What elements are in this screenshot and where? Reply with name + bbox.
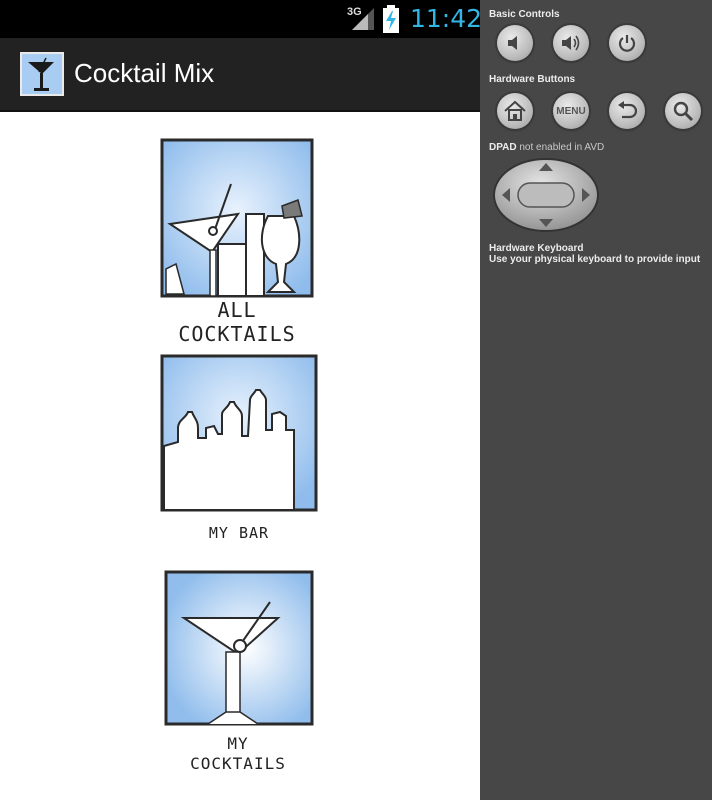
volume-down-button[interactable] bbox=[497, 25, 533, 61]
my-bar-illustration bbox=[160, 354, 318, 512]
power-icon bbox=[618, 35, 636, 52]
all-cocktails-illustration bbox=[160, 138, 314, 298]
app-title: Cocktail Mix bbox=[74, 58, 215, 88]
home-icon bbox=[504, 100, 526, 121]
my-cocktails-caption-line1: MY bbox=[227, 734, 249, 753]
dpad-label: DPAD not enabled in AVD bbox=[489, 142, 604, 153]
emulator-controls-panel: Basic Controls Hardware Buttons MENU DPA… bbox=[480, 0, 712, 800]
dpad-status: not enabled in AVD bbox=[519, 142, 605, 153]
action-bar: Cocktail Mix bbox=[0, 38, 480, 112]
power-button[interactable] bbox=[609, 25, 645, 61]
back-button[interactable] bbox=[609, 93, 645, 129]
hardware-keyboard-label: Hardware Keyboard bbox=[489, 243, 584, 254]
my-bar-button[interactable]: MY BAR bbox=[156, 350, 322, 550]
back-icon bbox=[618, 101, 638, 119]
all-cocktails-button[interactable]: ALL COCKTAILS bbox=[156, 134, 318, 346]
dpad-control[interactable] bbox=[492, 157, 600, 233]
app-logo-icon[interactable] bbox=[20, 52, 64, 96]
basic-controls-label: Basic Controls bbox=[489, 9, 560, 20]
all-cocktails-caption-line1: ALL bbox=[217, 298, 257, 322]
home-button[interactable] bbox=[497, 93, 533, 129]
status-bar: 3G 11:42 bbox=[0, 0, 480, 38]
volume-down-icon bbox=[508, 36, 517, 50]
my-bar-caption: MY BAR bbox=[208, 524, 270, 542]
hardware-buttons-label: Hardware Buttons bbox=[489, 74, 576, 85]
volume-up-button[interactable] bbox=[553, 25, 589, 61]
search-button[interactable] bbox=[665, 93, 701, 129]
all-cocktails-caption-line2: COCKTAILS bbox=[178, 322, 296, 346]
battery-charging-icon bbox=[383, 5, 399, 33]
clock: 11:42 bbox=[410, 4, 480, 33]
menu-button-label: MENU bbox=[556, 105, 586, 117]
menu-button[interactable]: MENU bbox=[553, 93, 589, 129]
dpad-title: DPAD bbox=[489, 142, 517, 153]
hardware-keyboard-description: Use your physical keyboard to provide in… bbox=[489, 254, 701, 265]
my-cocktails-caption-line2: COCKTAILS bbox=[190, 754, 286, 773]
my-cocktails-button[interactable]: MY COCKTAILS bbox=[160, 566, 316, 776]
search-icon bbox=[673, 101, 694, 122]
phone-screen: 3G 11:42 Cocktail Mix ALL COCKTAILS MY B… bbox=[0, 0, 480, 800]
signal-icon bbox=[352, 8, 374, 30]
my-cocktails-illustration bbox=[164, 570, 314, 726]
volume-up-icon bbox=[562, 35, 580, 51]
